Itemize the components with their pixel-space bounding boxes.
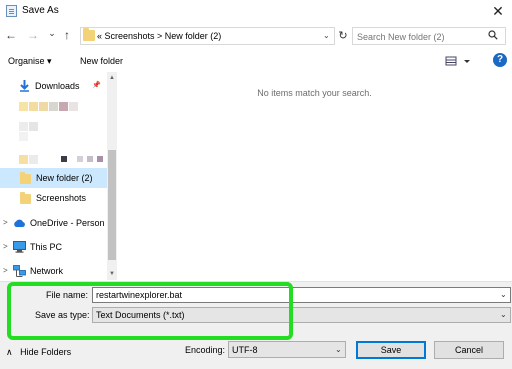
encoding-label: Encoding: bbox=[185, 345, 226, 355]
cancel-button[interactable]: Cancel bbox=[434, 341, 504, 359]
sidebar-item-label: New folder (2) bbox=[36, 173, 93, 183]
search-icon[interactable] bbox=[488, 30, 498, 40]
scroll-up-icon[interactable]: ▲ bbox=[107, 73, 117, 83]
network-icon bbox=[13, 265, 26, 277]
cloud-icon bbox=[14, 219, 25, 227]
blurred-item-icon bbox=[19, 155, 28, 164]
help-icon[interactable]: ? bbox=[493, 53, 507, 67]
encoding-value: UTF-8 bbox=[232, 345, 258, 355]
window-title: Save As bbox=[22, 5, 59, 16]
sidebar-item-label: Screenshots bbox=[36, 193, 87, 203]
file-name-dropdown-chevron-icon[interactable]: ⌄ bbox=[500, 289, 507, 301]
folder-icon bbox=[20, 192, 31, 204]
collapse-chevron-icon: ∧ bbox=[6, 347, 13, 357]
pin-icon: 📌 bbox=[92, 82, 101, 89]
blurred-item-icon bbox=[29, 122, 38, 131]
blurred-item-icon bbox=[97, 156, 103, 162]
view-options-icon[interactable] bbox=[445, 55, 473, 67]
search-input[interactable] bbox=[357, 30, 485, 43]
sidebar-item-screenshots[interactable]: Screenshots bbox=[0, 188, 107, 208]
title-bar bbox=[0, 0, 512, 23]
blurred-item-icon bbox=[61, 156, 67, 162]
computer-icon bbox=[13, 241, 26, 253]
folder-icon bbox=[83, 28, 95, 41]
sidebar-item-network[interactable]: > Network bbox=[0, 261, 107, 280]
sidebar-item-label: Network bbox=[30, 266, 64, 276]
refresh-icon[interactable]: ↻ bbox=[336, 27, 350, 45]
hide-folders-label: Hide Folders bbox=[20, 347, 72, 357]
blurred-item-icon bbox=[19, 102, 28, 111]
encoding-chevron-icon[interactable]: ⌄ bbox=[335, 344, 342, 356]
organise-menu-button[interactable]: Organise ▾ bbox=[8, 54, 52, 68]
blurred-item-icon bbox=[59, 102, 68, 111]
blurred-item-icon bbox=[29, 155, 38, 164]
blurred-item-icon bbox=[29, 102, 38, 111]
green-highlight-annotation bbox=[7, 282, 293, 340]
sidebar-item-downloads[interactable]: Downloads 📌 bbox=[0, 76, 107, 96]
expand-chevron-icon[interactable]: > bbox=[3, 217, 8, 229]
blurred-item-icon bbox=[19, 122, 28, 131]
download-arrow-icon bbox=[20, 80, 29, 92]
folder-icon bbox=[20, 172, 31, 184]
empty-folder-message: No items match your search. bbox=[257, 88, 372, 98]
save-as-type-chevron-icon[interactable]: ⌄ bbox=[500, 309, 507, 321]
new-folder-button[interactable]: New folder bbox=[80, 54, 123, 68]
breadcrumb[interactable]: « Screenshots > New folder (2) bbox=[97, 30, 221, 42]
navigation-pane: Downloads 📌 New folder (2) Screenshots >… bbox=[0, 72, 117, 280]
sidebar-item-onedrive[interactable]: > OneDrive - Person bbox=[0, 213, 107, 233]
sidebar-item-label: OneDrive - Person bbox=[30, 218, 105, 228]
expand-chevron-icon[interactable]: > bbox=[3, 241, 8, 253]
blurred-item-icon bbox=[19, 132, 28, 141]
expand-chevron-icon[interactable]: > bbox=[3, 265, 8, 277]
address-dropdown-chevron-icon[interactable]: ⌄ bbox=[323, 30, 330, 42]
close-button[interactable]: ✕ bbox=[486, 1, 510, 21]
save-button[interactable]: Save bbox=[356, 341, 426, 359]
recent-locations-chevron-icon[interactable]: ⌄ bbox=[44, 25, 60, 41]
blurred-item-icon bbox=[77, 156, 83, 162]
save-as-window-icon bbox=[6, 5, 17, 17]
sidebar-item-label: This PC bbox=[30, 242, 63, 252]
blurred-item-icon bbox=[49, 102, 58, 111]
blurred-item-icon bbox=[69, 102, 78, 111]
back-arrow-icon[interactable]: ← bbox=[3, 27, 19, 43]
scrollbar-thumb[interactable] bbox=[108, 150, 116, 260]
hide-folders-button[interactable]: ∧ Hide Folders bbox=[6, 346, 71, 358]
sidebar-item-label: Downloads bbox=[35, 81, 80, 91]
sidebar-item-this-pc[interactable]: > This PC bbox=[0, 237, 107, 257]
sidebar-item-new-folder-2[interactable]: New folder (2) bbox=[0, 168, 107, 188]
blurred-item-icon bbox=[87, 156, 93, 162]
scroll-down-icon[interactable]: ▼ bbox=[107, 269, 117, 279]
up-arrow-icon[interactable]: ↑ bbox=[59, 27, 75, 43]
forward-arrow-icon[interactable]: → bbox=[25, 27, 41, 43]
search-box[interactable] bbox=[352, 27, 506, 45]
blurred-item-icon bbox=[39, 102, 48, 111]
